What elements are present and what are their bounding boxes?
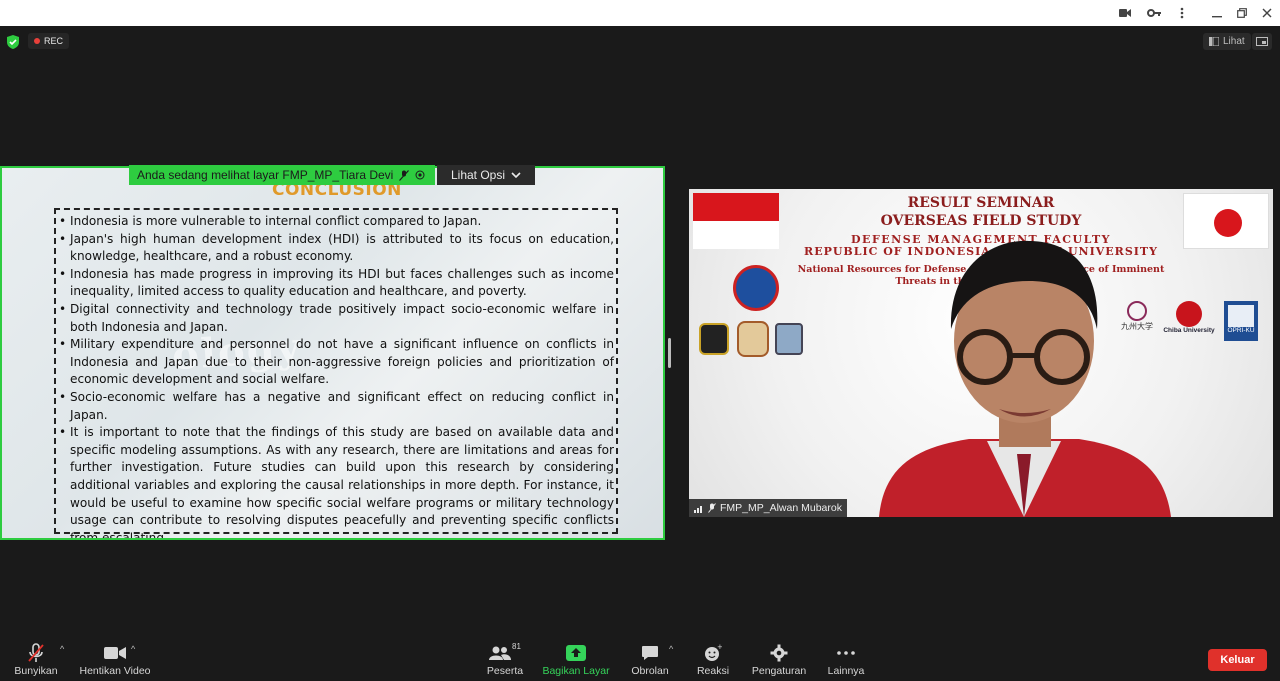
mic-muted-icon [708,503,716,513]
mic-muted-icon [27,642,45,664]
chat-button[interactable]: Obrolan [630,642,670,677]
title-bar [0,0,1280,26]
stop-video-button[interactable]: Hentikan Video [79,642,151,677]
participants-icon: 81 [489,642,521,664]
grid-view-icon [1209,37,1219,46]
reactions-label: Reaksi [696,665,730,677]
participants-count: 81 [512,642,521,651]
leave-button[interactable]: Keluar [1208,649,1267,671]
list-item: It is important to note that the finding… [58,424,614,538]
share-banner-text: Anda sedang melihat layar FMP_MP_Tiara D… [137,168,394,182]
rec-label: REC [44,36,64,46]
unmute-button[interactable]: Bunyikan [14,642,58,677]
conclusion-box: Indonesia is more vulnerable to internal… [54,208,618,538]
mic-muted-icon [399,169,410,181]
key-icon[interactable] [1145,4,1163,22]
banner-line: OVERSEAS FIELD STUDY [880,213,1082,229]
participant-name: FMP_MP_Alwan Mubarok [720,502,842,514]
view-options-label: Lihat Opsi [450,168,506,182]
chat-icon [641,642,659,664]
meeting-toolbar: Bunyikan ^ Hentikan Video ^ 81 Peserta B… [0,640,1280,681]
faculty-emblem-logo [737,321,769,357]
fullscreen-button[interactable] [1252,33,1272,50]
share-screen-button[interactable]: Bagikan Layar [542,642,610,677]
video-options-caret[interactable]: ^ [131,644,135,654]
list-item: Japan's high human development index (HD… [58,231,614,266]
chat-options-caret[interactable]: ^ [669,644,673,654]
settings-button[interactable]: Pengaturan [752,642,806,677]
list-item: Socio-economic welfare has a negative an… [58,389,614,424]
gear-icon [770,642,788,664]
split-divider-handle[interactable] [668,338,671,368]
unmute-label: Bunyikan [14,665,58,677]
opri-label: OPRI-KU [1227,327,1255,334]
reaction-icon: + [704,642,722,664]
view-label: Lihat [1223,36,1245,47]
more-button[interactable]: Lainnya [827,642,865,677]
list-item: Indonesia is more vulnerable to internal… [58,213,614,231]
view-button[interactable]: Lihat [1203,33,1251,50]
participant-name-tag: FMP_MP_Alwan Mubarok [689,499,847,517]
reactions-button[interactable]: + Reaksi [696,642,730,677]
view-options-button[interactable]: Lihat Opsi [437,165,535,185]
security-shield-icon[interactable] [6,34,22,50]
svg-text:+: + [717,644,722,651]
opri-logo: OPRI-KU [1224,301,1258,341]
chevron-down-icon [511,172,521,178]
record-dot-icon [34,38,40,44]
screen-icon [1256,36,1268,46]
recording-badge[interactable]: REC [28,33,70,49]
banner-line: RESULT SEMINAR [907,195,1055,211]
audio-options-caret[interactable]: ^ [60,644,64,654]
minimize-icon[interactable] [1208,4,1226,22]
list-item: Digital connectivity and technology trad… [58,301,614,336]
camera-icon[interactable] [1116,4,1134,22]
list-item: Indonesia has made progress in improving… [58,266,614,301]
more-vert-icon[interactable] [1173,4,1191,22]
settings-label: Pengaturan [751,665,807,677]
list-item: Military expenditure and personnel do no… [58,336,614,389]
unit-emblem-logo [699,323,729,355]
target-icon [415,170,425,180]
share-screen-icon [566,642,586,664]
participants-button[interactable]: 81 Peserta [486,642,524,677]
more-label: Lainnya [827,665,865,677]
chat-label: Obrolan [631,665,669,677]
shield-emblem-logo [775,323,803,355]
signal-icon [694,505,702,513]
university-logo [733,265,779,311]
more-icon [837,642,855,664]
participants-label: Peserta [486,665,524,677]
restore-icon[interactable] [1233,4,1251,22]
participant-person [879,240,1171,517]
stop-video-label: Hentikan Video [79,665,151,677]
share-screen-label: Bagikan Layar [542,665,610,677]
video-icon [104,642,126,664]
close-icon[interactable] [1258,4,1276,22]
participant-video[interactable]: RESULT SEMINAR OVERSEAS FIELD STUDY DEFE… [689,189,1273,517]
conclusion-list: Indonesia is more vulnerable to internal… [58,213,614,538]
shared-screen[interactable]: ology CONCLUSION Indonesia is more vulne… [0,166,665,540]
share-banner: Anda sedang melihat layar FMP_MP_Tiara D… [129,165,435,185]
